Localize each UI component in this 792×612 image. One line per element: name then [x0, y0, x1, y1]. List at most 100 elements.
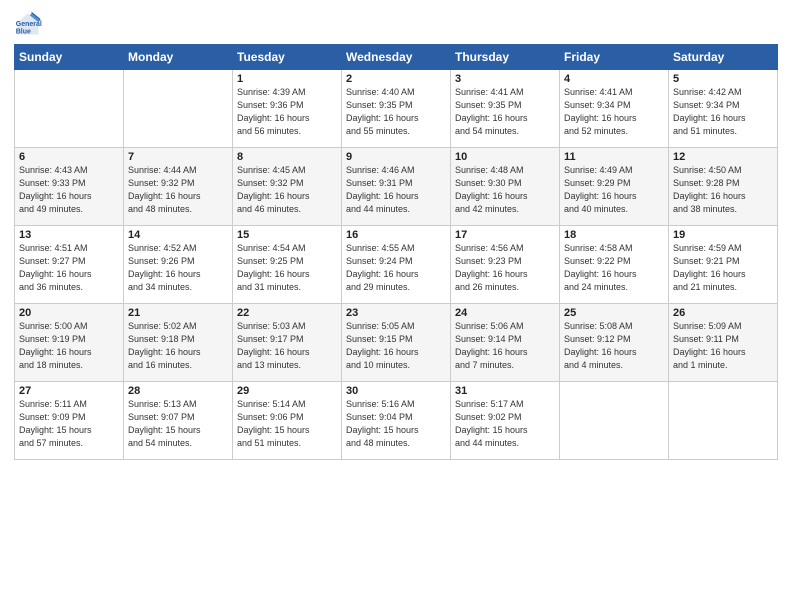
day-number: 12 [673, 151, 773, 163]
day-cell: 28Sunrise: 5:13 AM Sunset: 9:07 PM Dayli… [124, 382, 233, 460]
weekday-header-wednesday: Wednesday [342, 45, 451, 70]
day-cell: 12Sunrise: 4:50 AM Sunset: 9:28 PM Dayli… [669, 148, 778, 226]
day-info: Sunrise: 4:55 AM Sunset: 9:24 PM Dayligh… [346, 242, 446, 294]
day-number: 28 [128, 385, 228, 397]
day-number: 5 [673, 73, 773, 85]
logo: General Blue [14, 10, 46, 38]
day-cell: 10Sunrise: 4:48 AM Sunset: 9:30 PM Dayli… [451, 148, 560, 226]
day-info: Sunrise: 4:40 AM Sunset: 9:35 PM Dayligh… [346, 86, 446, 138]
day-number: 22 [237, 307, 337, 319]
day-info: Sunrise: 5:02 AM Sunset: 9:18 PM Dayligh… [128, 320, 228, 372]
day-info: Sunrise: 5:05 AM Sunset: 9:15 PM Dayligh… [346, 320, 446, 372]
day-cell [124, 70, 233, 148]
calendar-page: General Blue SundayMondayTuesdayWednesda… [0, 0, 792, 612]
day-cell: 9Sunrise: 4:46 AM Sunset: 9:31 PM Daylig… [342, 148, 451, 226]
day-info: Sunrise: 4:54 AM Sunset: 9:25 PM Dayligh… [237, 242, 337, 294]
day-cell: 31Sunrise: 5:17 AM Sunset: 9:02 PM Dayli… [451, 382, 560, 460]
day-info: Sunrise: 5:00 AM Sunset: 9:19 PM Dayligh… [19, 320, 119, 372]
day-number: 4 [564, 73, 664, 85]
day-cell: 23Sunrise: 5:05 AM Sunset: 9:15 PM Dayli… [342, 304, 451, 382]
day-cell: 15Sunrise: 4:54 AM Sunset: 9:25 PM Dayli… [233, 226, 342, 304]
day-info: Sunrise: 4:56 AM Sunset: 9:23 PM Dayligh… [455, 242, 555, 294]
day-number: 21 [128, 307, 228, 319]
day-info: Sunrise: 4:48 AM Sunset: 9:30 PM Dayligh… [455, 164, 555, 216]
weekday-header-monday: Monday [124, 45, 233, 70]
calendar-table: SundayMondayTuesdayWednesdayThursdayFrid… [14, 44, 778, 460]
svg-text:Blue: Blue [16, 29, 31, 36]
day-number: 15 [237, 229, 337, 241]
day-number: 23 [346, 307, 446, 319]
day-info: Sunrise: 4:41 AM Sunset: 9:34 PM Dayligh… [564, 86, 664, 138]
week-row-3: 13Sunrise: 4:51 AM Sunset: 9:27 PM Dayli… [15, 226, 778, 304]
day-cell: 26Sunrise: 5:09 AM Sunset: 9:11 PM Dayli… [669, 304, 778, 382]
day-number: 9 [346, 151, 446, 163]
day-number: 30 [346, 385, 446, 397]
week-row-4: 20Sunrise: 5:00 AM Sunset: 9:19 PM Dayli… [15, 304, 778, 382]
day-info: Sunrise: 5:11 AM Sunset: 9:09 PM Dayligh… [19, 398, 119, 450]
day-number: 16 [346, 229, 446, 241]
day-cell: 6Sunrise: 4:43 AM Sunset: 9:33 PM Daylig… [15, 148, 124, 226]
day-info: Sunrise: 5:16 AM Sunset: 9:04 PM Dayligh… [346, 398, 446, 450]
day-number: 18 [564, 229, 664, 241]
day-cell: 1Sunrise: 4:39 AM Sunset: 9:36 PM Daylig… [233, 70, 342, 148]
day-number: 13 [19, 229, 119, 241]
day-cell: 29Sunrise: 5:14 AM Sunset: 9:06 PM Dayli… [233, 382, 342, 460]
day-cell: 3Sunrise: 4:41 AM Sunset: 9:35 PM Daylig… [451, 70, 560, 148]
weekday-header-row: SundayMondayTuesdayWednesdayThursdayFrid… [15, 45, 778, 70]
day-number: 20 [19, 307, 119, 319]
day-info: Sunrise: 4:58 AM Sunset: 9:22 PM Dayligh… [564, 242, 664, 294]
day-info: Sunrise: 5:17 AM Sunset: 9:02 PM Dayligh… [455, 398, 555, 450]
day-info: Sunrise: 5:14 AM Sunset: 9:06 PM Dayligh… [237, 398, 337, 450]
day-cell: 13Sunrise: 4:51 AM Sunset: 9:27 PM Dayli… [15, 226, 124, 304]
day-cell: 8Sunrise: 4:45 AM Sunset: 9:32 PM Daylig… [233, 148, 342, 226]
day-cell: 25Sunrise: 5:08 AM Sunset: 9:12 PM Dayli… [560, 304, 669, 382]
week-row-1: 1Sunrise: 4:39 AM Sunset: 9:36 PM Daylig… [15, 70, 778, 148]
day-number: 7 [128, 151, 228, 163]
day-cell: 11Sunrise: 4:49 AM Sunset: 9:29 PM Dayli… [560, 148, 669, 226]
day-number: 17 [455, 229, 555, 241]
header: General Blue [14, 10, 778, 38]
day-info: Sunrise: 4:51 AM Sunset: 9:27 PM Dayligh… [19, 242, 119, 294]
day-cell: 22Sunrise: 5:03 AM Sunset: 9:17 PM Dayli… [233, 304, 342, 382]
week-row-2: 6Sunrise: 4:43 AM Sunset: 9:33 PM Daylig… [15, 148, 778, 226]
day-number: 31 [455, 385, 555, 397]
day-cell: 5Sunrise: 4:42 AM Sunset: 9:34 PM Daylig… [669, 70, 778, 148]
day-number: 11 [564, 151, 664, 163]
day-cell: 21Sunrise: 5:02 AM Sunset: 9:18 PM Dayli… [124, 304, 233, 382]
day-number: 2 [346, 73, 446, 85]
day-cell: 14Sunrise: 4:52 AM Sunset: 9:26 PM Dayli… [124, 226, 233, 304]
day-info: Sunrise: 5:06 AM Sunset: 9:14 PM Dayligh… [455, 320, 555, 372]
day-number: 3 [455, 73, 555, 85]
day-cell [560, 382, 669, 460]
week-row-5: 27Sunrise: 5:11 AM Sunset: 9:09 PM Dayli… [15, 382, 778, 460]
day-cell: 18Sunrise: 4:58 AM Sunset: 9:22 PM Dayli… [560, 226, 669, 304]
day-cell [15, 70, 124, 148]
weekday-header-saturday: Saturday [669, 45, 778, 70]
day-cell: 4Sunrise: 4:41 AM Sunset: 9:34 PM Daylig… [560, 70, 669, 148]
day-info: Sunrise: 4:46 AM Sunset: 9:31 PM Dayligh… [346, 164, 446, 216]
day-info: Sunrise: 4:50 AM Sunset: 9:28 PM Dayligh… [673, 164, 773, 216]
day-cell: 20Sunrise: 5:00 AM Sunset: 9:19 PM Dayli… [15, 304, 124, 382]
day-info: Sunrise: 4:49 AM Sunset: 9:29 PM Dayligh… [564, 164, 664, 216]
day-number: 27 [19, 385, 119, 397]
day-cell: 16Sunrise: 4:55 AM Sunset: 9:24 PM Dayli… [342, 226, 451, 304]
day-info: Sunrise: 5:09 AM Sunset: 9:11 PM Dayligh… [673, 320, 773, 372]
day-cell: 2Sunrise: 4:40 AM Sunset: 9:35 PM Daylig… [342, 70, 451, 148]
day-cell: 30Sunrise: 5:16 AM Sunset: 9:04 PM Dayli… [342, 382, 451, 460]
weekday-header-tuesday: Tuesday [233, 45, 342, 70]
svg-text:General: General [16, 21, 42, 28]
weekday-header-thursday: Thursday [451, 45, 560, 70]
day-number: 14 [128, 229, 228, 241]
day-info: Sunrise: 4:41 AM Sunset: 9:35 PM Dayligh… [455, 86, 555, 138]
day-number: 19 [673, 229, 773, 241]
day-info: Sunrise: 4:52 AM Sunset: 9:26 PM Dayligh… [128, 242, 228, 294]
day-number: 8 [237, 151, 337, 163]
day-info: Sunrise: 5:13 AM Sunset: 9:07 PM Dayligh… [128, 398, 228, 450]
day-number: 29 [237, 385, 337, 397]
day-number: 26 [673, 307, 773, 319]
day-cell: 17Sunrise: 4:56 AM Sunset: 9:23 PM Dayli… [451, 226, 560, 304]
day-info: Sunrise: 5:08 AM Sunset: 9:12 PM Dayligh… [564, 320, 664, 372]
day-number: 1 [237, 73, 337, 85]
day-info: Sunrise: 4:39 AM Sunset: 9:36 PM Dayligh… [237, 86, 337, 138]
day-cell [669, 382, 778, 460]
